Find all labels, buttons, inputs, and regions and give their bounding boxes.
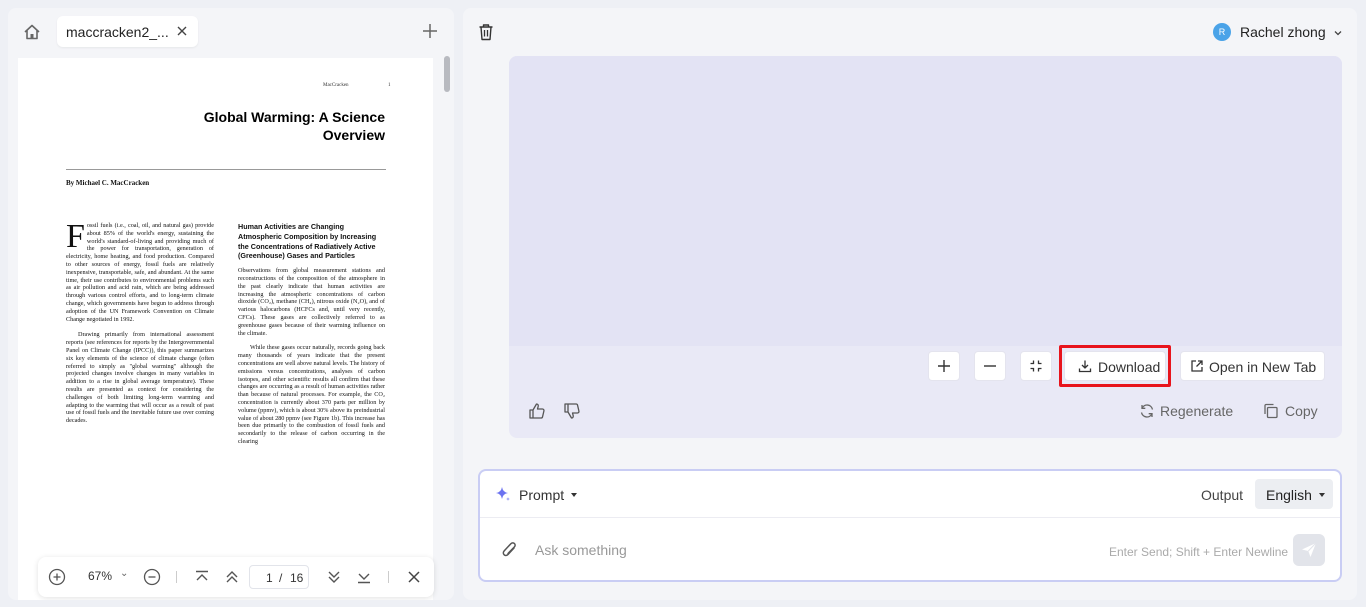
first-page-icon[interactable]: [193, 568, 211, 586]
toolbar-divider: [388, 571, 389, 583]
regenerate-label: Regenerate: [1160, 403, 1234, 419]
paperclip-icon[interactable]: [501, 541, 519, 561]
download-button[interactable]: Download: [1064, 351, 1166, 381]
exit-fullscreen-icon: [1030, 360, 1042, 372]
toolbar-divider: [176, 571, 177, 583]
prompt-box: Prompt Output English Enter Send; Shift …: [478, 469, 1342, 582]
minus-icon: [984, 365, 996, 367]
caret-down-icon[interactable]: [571, 493, 577, 497]
paragraph: Observations from global measurement sta…: [238, 267, 385, 337]
trash-icon[interactable]: [478, 23, 494, 41]
download-icon: [1078, 360, 1092, 373]
chevron-down-icon: [1334, 31, 1342, 36]
close-icon[interactable]: [405, 568, 423, 586]
regenerate-button[interactable]: Regenerate: [1139, 402, 1235, 420]
right-column: Human Activities are Changing Atmospheri…: [238, 222, 385, 453]
user-name: Rachel zhong: [1240, 24, 1326, 40]
send-icon: [1302, 542, 1317, 557]
title-divider: [66, 169, 386, 170]
pdf-viewer[interactable]: MacCracken 1 Global Warming: A Science O…: [18, 58, 433, 600]
send-hint: Enter Send; Shift + Enter Newline: [1109, 545, 1289, 559]
avatar: R: [1213, 23, 1231, 41]
next-page-icon[interactable]: [325, 568, 343, 586]
zoom-in-icon[interactable]: [48, 568, 66, 586]
document-tab-bar: maccracken2_...: [8, 8, 454, 54]
previous-page-icon[interactable]: [223, 568, 241, 586]
external-link-icon: [1191, 360, 1203, 372]
last-page-icon[interactable]: [355, 568, 373, 586]
page-separator: /: [279, 571, 283, 585]
paragraph: ossil fuels (i.e., coal, oil, and natura…: [66, 222, 214, 323]
document-tab[interactable]: maccracken2_...: [57, 16, 198, 47]
plus-icon: [938, 360, 950, 372]
thumbs-up-icon[interactable]: [528, 402, 546, 420]
refresh-icon: [1140, 404, 1154, 418]
download-label: Download: [1098, 359, 1161, 375]
current-page: 1: [266, 571, 273, 585]
paragraph: While these gases occur naturally, recor…: [238, 344, 385, 445]
output-label: Output: [1201, 487, 1244, 503]
thumbs-down-icon[interactable]: [563, 402, 581, 420]
section-heading: Human Activities are Changing Atmospheri…: [238, 222, 377, 261]
chevron-down-icon[interactable]: ⌄: [120, 568, 128, 579]
prompt-header: Prompt Output English: [480, 471, 1340, 518]
send-button[interactable]: [1293, 534, 1325, 566]
copy-icon: [1264, 403, 1278, 419]
zoom-out-button[interactable]: [974, 351, 1006, 381]
ask-input[interactable]: [535, 539, 1055, 561]
document-tab-label: maccracken2_...: [66, 24, 169, 40]
close-icon[interactable]: [175, 24, 189, 38]
copy-button[interactable]: Copy: [1263, 402, 1319, 420]
left-column: Fossil fuels (i.e., coal, oil, and natur…: [66, 218, 214, 433]
result-card: Download Open in New Tab Regenerate Copy: [509, 56, 1342, 438]
open-new-tab-button[interactable]: Open in New Tab: [1180, 351, 1325, 381]
copy-label: Copy: [1285, 403, 1318, 419]
plus-icon[interactable]: [421, 22, 439, 40]
page-number: 1: [388, 83, 391, 88]
output-language-value: English: [1266, 487, 1312, 503]
zoom-out-icon[interactable]: [143, 568, 161, 586]
document-author: By Michael C. MacCracken: [66, 179, 150, 187]
total-pages: 16: [290, 571, 304, 585]
preview-area: [509, 56, 1342, 346]
user-menu[interactable]: R Rachel zhong: [1213, 21, 1343, 43]
paragraph: Drawing primarily from international ass…: [66, 331, 214, 425]
dropcap: F: [66, 218, 85, 255]
running-header: MacCracken: [323, 83, 349, 88]
output-language-select[interactable]: English: [1255, 479, 1333, 509]
page-number-input[interactable]: 1 / 16: [249, 565, 309, 589]
document-title: Global Warming: A Science Overview: [203, 109, 385, 143]
pdf-toolbar: 67% ⌄ 1 / 16: [38, 557, 434, 597]
open-new-tab-label: Open in New Tab: [1209, 359, 1317, 375]
document-panel: maccracken2_... MacCracken 1 Global Warm…: [8, 8, 454, 600]
fit-screen-button[interactable]: [1020, 351, 1052, 381]
prompt-selector[interactable]: Prompt: [519, 487, 564, 503]
home-icon[interactable]: [22, 22, 42, 42]
caret-down-icon: [1319, 493, 1325, 497]
sparkle-icon: [496, 487, 510, 501]
scrollbar-thumb[interactable]: [444, 56, 450, 92]
pdf-page: MacCracken 1 Global Warming: A Science O…: [18, 58, 433, 600]
zoom-in-button[interactable]: [928, 351, 960, 381]
zoom-level[interactable]: 67%: [88, 569, 112, 583]
chat-panel: R Rachel zhong Download Open in New Tab …: [463, 8, 1357, 600]
